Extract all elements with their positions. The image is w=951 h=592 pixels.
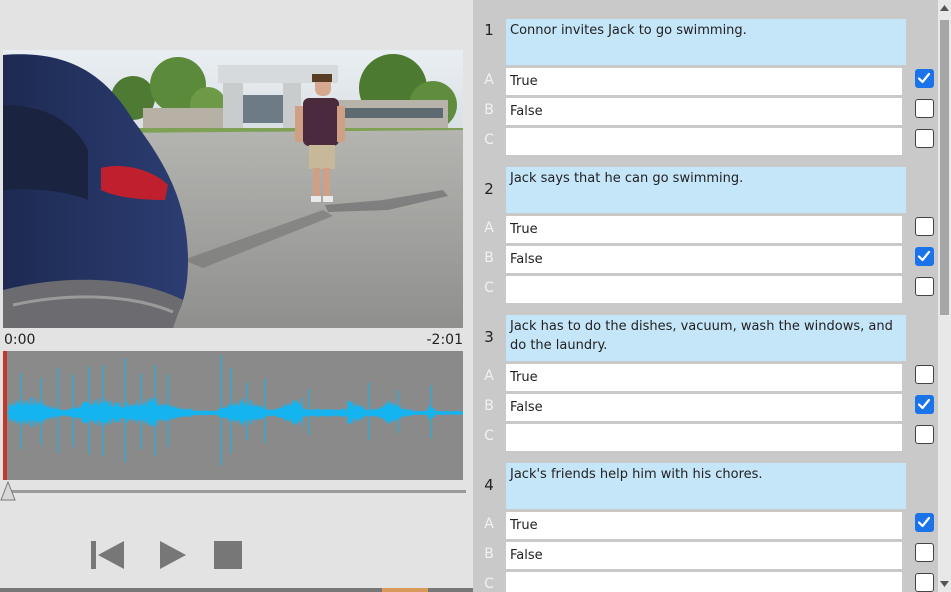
option-field-a[interactable]: True — [506, 512, 902, 539]
option-checkbox-a[interactable] — [915, 365, 934, 384]
question-2: 2 Jack says that he can go swimming. A True… — [473, 167, 938, 315]
option-checkbox-a[interactable] — [915, 217, 934, 236]
elapsed-time: 0:00 — [4, 332, 36, 348]
video-frame[interactable] — [3, 50, 463, 328]
option-letter: A — [484, 516, 494, 532]
remaining-time: -2:01 — [426, 332, 464, 348]
waveform[interactable] — [3, 351, 463, 480]
question-number: 3 — [484, 328, 494, 346]
media-panel: 0:00 -2:01 — [0, 0, 473, 592]
option-field-b[interactable]: False — [506, 246, 902, 273]
option-letter: B — [484, 546, 494, 562]
video-scene-image — [3, 50, 463, 328]
playhead[interactable] — [3, 351, 7, 480]
question-number: 1 — [484, 21, 494, 39]
waveform-graph — [7, 355, 463, 466]
question-text: Connor invites Jack to go swimming. — [506, 19, 906, 65]
option-checkbox-b[interactable] — [915, 395, 934, 414]
play-icon — [160, 541, 186, 569]
question-1: 1 Connor invites Jack to go swimming. A Tru… — [473, 19, 938, 167]
option-field-a[interactable]: True — [506, 216, 902, 243]
option-letter: A — [484, 368, 494, 384]
play-button[interactable] — [156, 538, 188, 572]
question-3: 3 Jack has to do the dishes, vacuum, wash… — [473, 315, 938, 463]
option-field-b[interactable]: False — [506, 542, 902, 569]
option-field-b[interactable]: False — [506, 394, 902, 421]
option-checkbox-b[interactable] — [915, 543, 934, 562]
vertical-scrollbar[interactable] — [938, 0, 951, 592]
option-letter: B — [484, 250, 494, 266]
waveform-path — [8, 355, 463, 466]
quiz-panel: 1 Connor invites Jack to go swimming. A Tru… — [473, 0, 951, 592]
option-letter: C — [484, 132, 494, 148]
question-4: 4 Jack's friends help him with his chores… — [473, 463, 938, 592]
option-checkbox-a[interactable] — [915, 513, 934, 532]
option-letter: A — [484, 72, 494, 88]
option-field-c[interactable] — [506, 276, 902, 303]
option-checkbox-b[interactable] — [915, 247, 934, 266]
question-text: Jack says that he can go swimming. — [506, 167, 906, 213]
seek-bar[interactable] — [4, 490, 466, 493]
skip-back-button[interactable] — [90, 538, 126, 572]
scroll-up-arrow-icon[interactable] — [938, 2, 951, 14]
question-text: Jack's friends help him with his chores. — [506, 463, 906, 509]
skip-back-icon — [91, 541, 124, 569]
option-field-c[interactable] — [506, 572, 902, 592]
option-checkbox-c[interactable] — [915, 573, 934, 592]
question-text: Jack has to do the dishes, vacuum, wash … — [506, 315, 906, 361]
scroll-thumb[interactable] — [940, 20, 949, 315]
scroll-down-arrow-icon[interactable] — [938, 578, 951, 590]
option-letter: A — [484, 220, 494, 236]
option-field-c[interactable] — [506, 424, 902, 451]
option-checkbox-c[interactable] — [915, 425, 934, 444]
option-field-b[interactable]: False — [506, 98, 902, 125]
stop-button[interactable] — [212, 538, 244, 572]
option-letter: C — [484, 428, 494, 444]
option-checkbox-b[interactable] — [915, 99, 934, 118]
question-number: 4 — [484, 476, 494, 494]
option-field-a[interactable]: True — [506, 364, 902, 391]
option-checkbox-a[interactable] — [915, 69, 934, 88]
option-letter: C — [484, 576, 494, 592]
option-field-c[interactable] — [506, 128, 902, 155]
stop-icon — [214, 541, 242, 569]
question-number: 2 — [484, 180, 494, 198]
bottom-accent — [382, 588, 428, 592]
option-field-a[interactable]: True — [506, 68, 902, 95]
option-checkbox-c[interactable] — [915, 277, 934, 296]
option-letter: B — [484, 102, 494, 118]
option-letter: C — [484, 280, 494, 296]
seek-thumb[interactable] — [0, 481, 16, 501]
option-letter: B — [484, 398, 494, 414]
option-checkbox-c[interactable] — [915, 129, 934, 148]
